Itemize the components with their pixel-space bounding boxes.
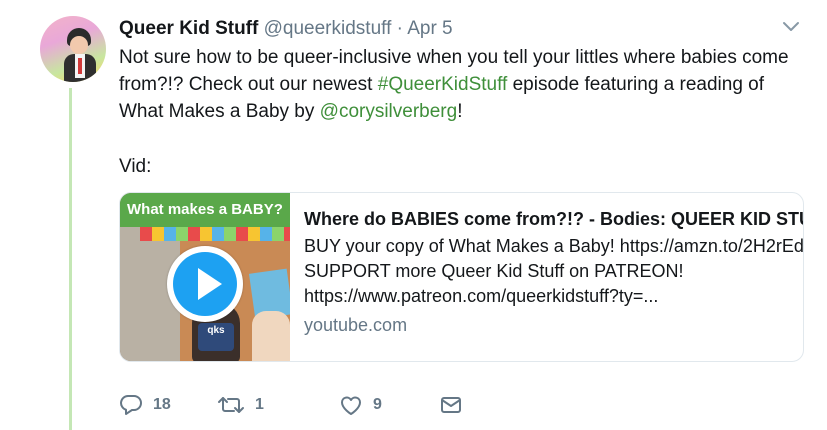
video-thumbnail[interactable]: qks What makes a BABY? [120,193,290,361]
author-handle[interactable]: @queerkidstuff [264,18,392,39]
like-count: 9 [373,396,382,413]
reply-icon [119,394,143,416]
play-icon[interactable] [167,246,243,322]
mention-link[interactable]: @corysilverberg [320,101,458,122]
tweet-header: Queer Kid Stuff @queerkidstuff · Apr 5 [119,17,787,41]
retweet-count: 1 [255,396,264,413]
like-button[interactable]: 9 [339,394,439,416]
avatar-tie [78,58,82,74]
card-title: Where do BABIES come from?!? - Bodies: Q… [304,209,803,229]
thread-line [69,88,72,430]
retweet-icon [217,394,245,416]
card-body: Where do BABIES come from?!? - Bodies: Q… [290,193,804,361]
tweet-text: Not sure how to be queer-inclusive when … [119,44,809,125]
tweet-text-part: ! [457,101,463,122]
thumb-bear-shirt-text: qks [207,325,225,336]
envelope-icon [439,394,463,416]
direct-message-button[interactable] [439,394,463,416]
tweet-date[interactable]: Apr 5 [407,18,452,39]
tweet[interactable]: Queer Kid Stuff @queerkidstuff · Apr 5 N… [0,0,827,430]
chevron-down-icon[interactable] [781,20,801,34]
tweet-actions: 18 1 9 [119,392,463,418]
hashtag-link[interactable]: #QueerKidStuff [378,74,508,95]
vid-label: Vid: [119,156,152,177]
card-description: BUY your copy of What Makes a Baby! http… [304,236,804,306]
author-name[interactable]: Queer Kid Stuff [119,18,258,39]
thumb-person [252,311,290,361]
avatar-face [70,36,88,54]
retweet-button[interactable]: 1 [217,394,339,416]
heart-icon [339,394,363,416]
link-card[interactable]: qks What makes a BABY? Where do BABIES c… [119,192,804,362]
avatar[interactable] [40,16,106,82]
reply-button[interactable]: 18 [119,394,217,416]
separator-dot: · [396,18,403,39]
card-domain: youtube.com [304,315,408,335]
thumb-banner: What makes a BABY? [120,193,290,227]
reply-count: 18 [153,396,171,413]
thumb-bunting [140,227,290,241]
